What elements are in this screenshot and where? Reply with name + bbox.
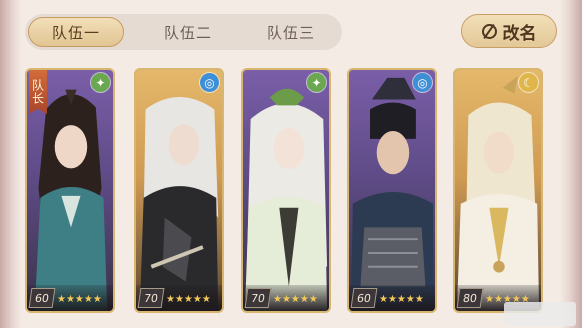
star-rating: ★★★★★ [166, 294, 211, 305]
rename-label: 改名 [502, 23, 537, 44]
tab-team-1[interactable]: 队伍一 [28, 17, 124, 47]
level-badge: 80 [456, 288, 484, 308]
character-portrait [139, 97, 219, 311]
rename-button[interactable]: 改名 [461, 14, 557, 48]
left-frame [0, 0, 22, 328]
character-portrait [350, 77, 434, 311]
star-rating: ★★★★★ [273, 294, 318, 305]
leaf-element-icon: ✦ [307, 73, 326, 92]
level-badge: 70 [137, 288, 165, 308]
right-frame [560, 0, 582, 328]
character-card-5[interactable]: ☾ 80 ★★★★★ [453, 68, 543, 313]
leader-tag: 队长 [29, 70, 47, 114]
level-badge: 60 [350, 288, 378, 308]
character-portrait [456, 75, 540, 311]
level-badge: 60 [28, 288, 56, 308]
leaf-element-icon: ✦ [91, 73, 110, 92]
wind-element-icon: ◎ [413, 73, 432, 92]
tab-team-3[interactable]: 队伍三 [243, 17, 339, 47]
team-tabs: 队伍一 队伍二 队伍三 [25, 14, 342, 50]
character-card-1[interactable]: 队长 ✦ 60 ★★★★★ [25, 68, 115, 313]
character-card-4[interactable]: ◎ 60 ★★★★★ [347, 68, 437, 313]
star-rating: ★★★★★ [379, 294, 424, 305]
character-card-3[interactable]: ✦ 70 ★★★★★ [241, 68, 331, 313]
level-badge: 70 [244, 288, 272, 308]
character-portrait [244, 88, 328, 311]
watermark-overlay [504, 302, 576, 326]
moon-element-icon: ☾ [519, 73, 538, 92]
tab-team-2[interactable]: 队伍二 [140, 17, 236, 47]
slash-circle-icon [481, 23, 497, 39]
star-rating: ★★★★★ [57, 294, 102, 305]
character-card-2[interactable]: ◎ 70 ★★★★★ [134, 68, 224, 313]
wind-element-icon: ◎ [200, 73, 219, 92]
